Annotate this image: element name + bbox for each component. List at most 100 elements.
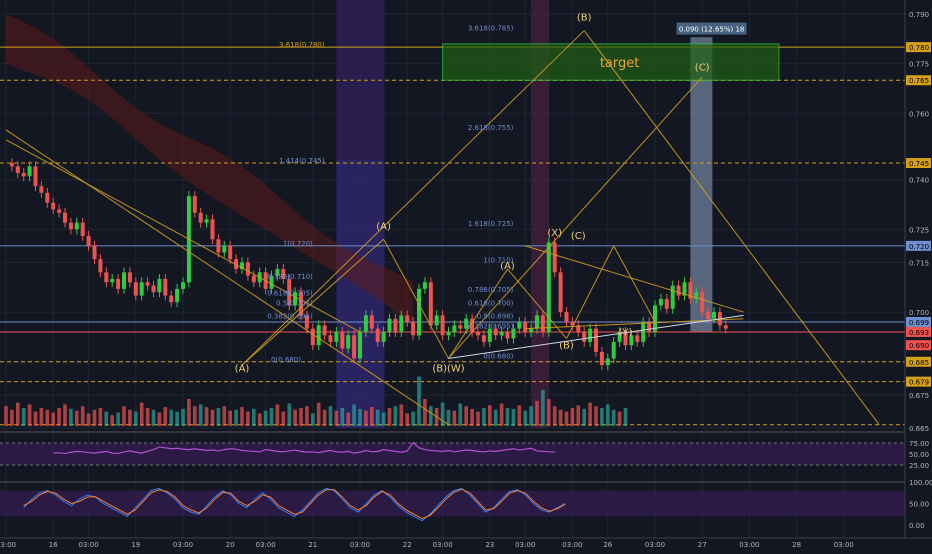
volume-bar	[582, 408, 586, 426]
volume-bar	[16, 402, 20, 426]
volume-bar	[464, 406, 468, 426]
candle-body	[33, 166, 38, 187]
candle-body	[700, 292, 705, 313]
y-tick-label: 0.740	[909, 177, 929, 185]
volume-bar	[493, 409, 498, 426]
volume-bar	[611, 409, 616, 426]
candle-body	[340, 331, 345, 349]
candle-body	[86, 235, 91, 246]
volume-bar	[63, 404, 67, 426]
volume-bar	[311, 413, 315, 426]
x-tick-label: 21	[308, 541, 317, 549]
candle-body	[605, 358, 610, 366]
price-chart[interactable]: target 0.090 (12.65%) 18 1(0.720) 0.786(0.7…	[0, 0, 932, 550]
candle-body	[169, 295, 174, 303]
volume-bar	[86, 413, 91, 426]
candle-body	[558, 272, 563, 313]
candle-body	[446, 331, 451, 336]
volume-bar	[606, 404, 610, 426]
rsi-tick-label: 50.00	[909, 451, 929, 459]
volume-bar	[187, 399, 191, 426]
candle-body	[80, 222, 85, 236]
candle-body	[440, 315, 445, 336]
volume-bar	[252, 408, 256, 426]
candle-body	[564, 312, 569, 323]
volume-bar	[263, 410, 268, 426]
price-tag-text: 0.780	[909, 44, 929, 52]
volume-bar	[334, 410, 339, 426]
fib-level-label: 2.618(0.755)	[468, 124, 514, 132]
volume-bar	[134, 411, 138, 426]
candle-body	[588, 328, 593, 342]
fib-level-label: 0.5(0.702)	[276, 299, 313, 307]
volume-bar	[600, 408, 604, 426]
volume-bar	[375, 409, 380, 426]
candle-body	[210, 219, 215, 240]
candle-body	[405, 315, 410, 323]
price-tag-text: 0.685	[909, 359, 929, 367]
candle-body	[192, 196, 197, 213]
candle-body	[658, 298, 663, 306]
candle-body	[251, 275, 256, 283]
candle-body	[611, 341, 616, 359]
volume-bar	[482, 408, 486, 426]
candle-body	[98, 259, 103, 273]
volume-bar	[305, 406, 309, 426]
candle-body	[15, 166, 20, 173]
volume-bar	[458, 403, 463, 426]
y-tick-label: 0.715	[909, 259, 929, 267]
volume-bar	[564, 411, 569, 426]
candle-body	[21, 172, 26, 177]
candle-body	[452, 325, 457, 332]
candle-body	[92, 245, 97, 260]
volume-bar	[393, 406, 398, 426]
wave-label: (C)	[695, 62, 710, 73]
volume-bar	[228, 410, 232, 426]
volume-bar	[387, 408, 392, 426]
wave-label: (B)(W)	[432, 364, 464, 375]
volume-bar	[399, 404, 404, 426]
x-tick-label: 19	[131, 541, 140, 549]
rsi-band	[0, 443, 905, 465]
y-tick-label: 0.725	[909, 226, 929, 234]
volume-bar	[440, 402, 445, 426]
candle-body	[181, 282, 185, 289]
candle-body	[104, 272, 109, 283]
candle-body	[133, 282, 138, 296]
fib-level-label: 0.618(0.705)	[267, 290, 313, 298]
candle-body	[122, 272, 126, 289]
volume-bar	[27, 404, 32, 426]
y-tick-label: 0.665	[909, 425, 929, 433]
volume-bar	[104, 411, 109, 426]
volume-bar	[570, 408, 575, 426]
x-tick-label: 03:00	[645, 541, 665, 549]
volume-bar	[352, 404, 356, 426]
x-tick-label: 20	[226, 541, 235, 549]
volume-bar	[10, 409, 14, 426]
price-tag-text: 0.745	[909, 160, 929, 168]
volume-bar	[57, 408, 61, 426]
volume-bar	[198, 404, 203, 426]
x-tick-label: 22	[403, 541, 412, 549]
volume-bar	[411, 411, 415, 426]
volume-bar	[423, 399, 427, 426]
x-tick-label: 03:00	[739, 541, 759, 549]
volume-bar	[476, 411, 480, 426]
volume-bar	[204, 407, 209, 426]
wave-label: (B)	[559, 341, 574, 352]
candle-body	[175, 288, 180, 303]
candle-body	[63, 212, 67, 223]
volume-bar	[488, 405, 492, 426]
volume-bar	[210, 409, 215, 426]
volume-bar	[594, 406, 598, 426]
volume-bar	[122, 406, 126, 426]
candle-body	[163, 278, 168, 296]
candle-body	[381, 331, 386, 342]
candle-body	[127, 272, 132, 283]
volume-bar	[452, 410, 457, 426]
volume-bar	[505, 408, 510, 426]
candle-body	[139, 282, 144, 296]
volume-bar	[429, 406, 433, 426]
candle-body	[27, 166, 32, 177]
volume-bar	[181, 408, 185, 426]
